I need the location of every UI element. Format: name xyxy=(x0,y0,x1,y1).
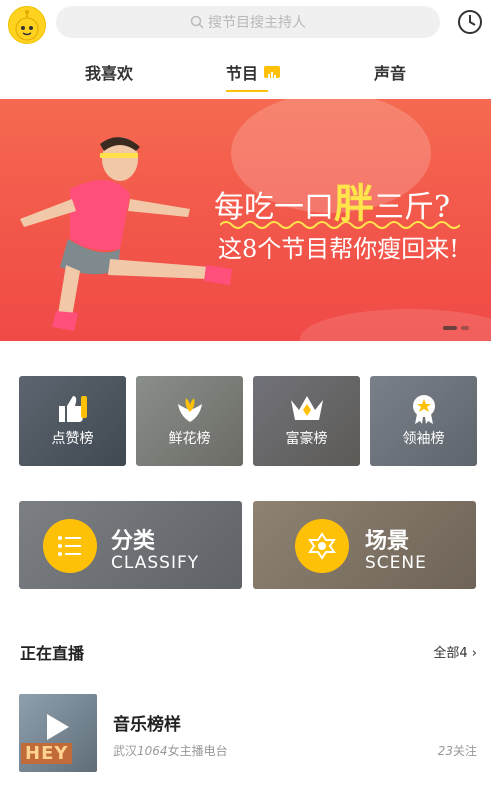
tab-favorites[interactable]: 我喜欢 xyxy=(84,60,134,84)
clock-icon[interactable] xyxy=(456,8,484,36)
ranking-label: 鲜花榜 xyxy=(168,431,211,447)
live-subtitle: 武汉1064女主播电台 xyxy=(113,744,228,758)
view-all-label: 全部4 xyxy=(433,646,468,661)
chevron-right-icon: › xyxy=(471,646,477,661)
classify-card[interactable]: 分类 CLASSIFY xyxy=(19,501,242,589)
top-bar: 搜节目搜主持人 xyxy=(0,0,491,48)
card-subtitle: CLASSIFY xyxy=(111,553,200,573)
tab-bar: 我喜欢 节目 声音 xyxy=(0,48,491,98)
view-all-link[interactable]: 全部4 › xyxy=(433,642,477,661)
runner-illustration xyxy=(20,137,232,331)
live-title: 音乐榜样 xyxy=(113,715,181,735)
promo-banner[interactable]: 每吃一口胖三斤? 这8个节目帮你瘦回来! xyxy=(0,99,491,341)
medal-icon xyxy=(412,395,435,424)
ranking-rich[interactable]: 富豪榜 xyxy=(253,376,360,466)
scene-card[interactable]: 场景 SCENE xyxy=(253,501,476,589)
search-icon xyxy=(190,15,204,29)
live-list-item[interactable]: HEY 音乐榜样 武汉1064女主播电台 23关注 xyxy=(19,694,477,774)
banner-subline: 这8个节目帮你瘦回来! xyxy=(218,235,459,263)
ranking-label: 领袖榜 xyxy=(402,431,445,447)
live-followers: 23关注 xyxy=(437,744,477,758)
crown-icon xyxy=(290,396,323,420)
ranking-likes[interactable]: 点赞榜 xyxy=(19,376,126,466)
tab-label: 我喜欢 xyxy=(84,64,133,83)
section-title: 正在直播 xyxy=(20,644,85,663)
play-icon xyxy=(47,714,69,740)
card-title: 分类 xyxy=(111,529,156,554)
tab-label: 声音 xyxy=(373,64,406,83)
category-row: 分类 CLASSIFY 场景 SCENE xyxy=(19,501,477,589)
carousel-dot xyxy=(461,326,469,330)
live-thumbnail: HEY xyxy=(19,694,97,772)
search-placeholder: 搜节目搜主持人 xyxy=(208,15,306,31)
flower-icon xyxy=(177,398,202,422)
thumbs-up-icon xyxy=(58,396,87,422)
card-subtitle: SCENE xyxy=(365,553,427,573)
ranking-label: 点赞榜 xyxy=(51,431,94,447)
thumbnail-caption: HEY xyxy=(21,743,73,764)
tab-programs[interactable]: 节目 xyxy=(226,60,288,84)
card-title: 场景 xyxy=(365,529,410,554)
ranking-grid: 点赞榜 鲜花榜 富豪榜 领袖榜 xyxy=(19,376,477,466)
search-input[interactable]: 搜节目搜主持人 xyxy=(56,6,440,38)
list-icon xyxy=(43,519,97,573)
bar-chart-icon xyxy=(264,66,281,79)
avatar[interactable] xyxy=(8,6,46,44)
tab-sounds[interactable]: 声音 xyxy=(372,60,408,84)
ranking-label: 富豪榜 xyxy=(285,431,328,447)
ranking-leaders[interactable]: 领袖榜 xyxy=(370,376,477,466)
carousel-dot xyxy=(443,326,457,330)
scene-icon xyxy=(295,519,349,573)
ranking-flowers[interactable]: 鲜花榜 xyxy=(136,376,243,466)
banner-decoration xyxy=(300,309,491,341)
tab-indicator xyxy=(226,90,268,92)
tab-label: 节目 xyxy=(226,64,259,83)
carousel-indicator xyxy=(443,326,469,330)
